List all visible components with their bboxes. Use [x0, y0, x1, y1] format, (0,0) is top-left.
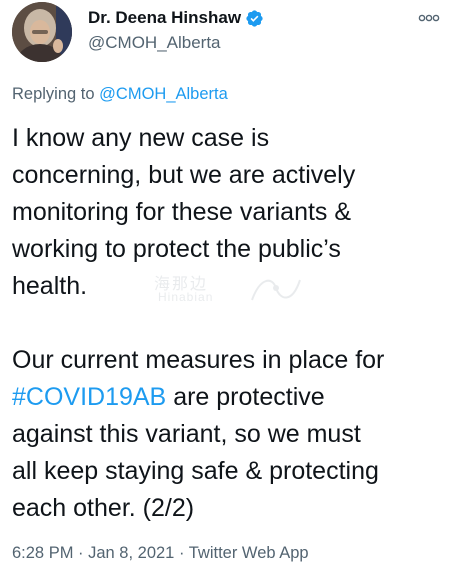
replying-to-label: Replying to: [12, 85, 95, 103]
tweet-line: health.: [12, 272, 88, 300]
tweet-text: I know any new case is concerning, but w…: [12, 120, 452, 527]
tweet-paragraph-2: Our current measures in place for #COVID…: [12, 342, 452, 527]
author-name-row: Dr. Deena Hinshaw: [88, 8, 264, 28]
tweet-line: I know any new case is: [12, 124, 270, 152]
meta-separator: ·: [73, 544, 89, 562]
more-options-icon: [418, 14, 440, 22]
reply-mention-link[interactable]: @CMOH_Alberta: [99, 85, 228, 103]
verified-badge-icon: [246, 9, 263, 27]
tweet-paragraph-1: I know any new case is concerning, but w…: [12, 120, 452, 305]
tweet-source-link[interactable]: Twitter Web App: [189, 544, 309, 562]
tweet-line: #COVID19AB are protective: [12, 379, 452, 416]
tweet-line: monitoring for these variants &: [12, 198, 352, 226]
tweet-line: each other. (2/2): [12, 494, 195, 522]
more-options-button[interactable]: [414, 5, 444, 31]
tweet-line: all keep staying safe & protecting: [12, 457, 379, 485]
tweet-date[interactable]: Jan 8, 2021: [88, 544, 174, 562]
tweet-line: against this variant, so we must: [12, 420, 361, 448]
tweet-time[interactable]: 6:28 PM: [12, 544, 73, 562]
tweet-card: Dr. Deena Hinshaw @CMOH_Alberta Replying…: [0, 0, 458, 573]
author-handle[interactable]: @CMOH_Alberta: [88, 33, 221, 53]
tweet-line-rest: are protective: [166, 383, 325, 411]
tweet-metadata: 6:28 PM · Jan 8, 2021 · Twitter Web App: [12, 544, 309, 563]
hashtag-link[interactable]: #COVID19AB: [12, 383, 166, 411]
tweet-line: Our current measures in place for: [12, 346, 385, 374]
tweet-line: concerning, but we are actively: [12, 161, 356, 189]
replying-to: Replying to @CMOH_Alberta: [12, 85, 228, 104]
meta-separator: ·: [174, 544, 189, 562]
avatar-photo: [12, 2, 72, 62]
display-name[interactable]: Dr. Deena Hinshaw: [88, 8, 241, 28]
tweet-line: working to protect the public’s: [12, 235, 341, 263]
avatar[interactable]: [12, 2, 72, 62]
